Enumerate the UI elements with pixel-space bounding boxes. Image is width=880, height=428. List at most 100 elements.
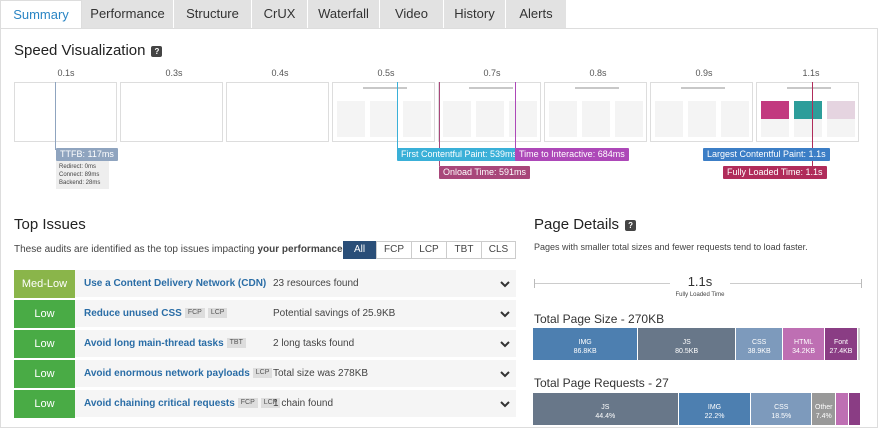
page-details-description: Pages with smaller total sizes and fewer… [534,242,808,252]
metric-tag: FCP [237,398,258,409]
tab-video[interactable]: Video [380,0,444,28]
thumb-header [575,87,619,89]
bar-segment[interactable]: HTML 34.2KB [783,328,825,360]
filmstrip-frame[interactable] [120,82,223,142]
tab-performance[interactable]: Performance [82,0,174,28]
thumb-card [582,101,610,137]
segment-value: 27.4KB [829,348,853,355]
segment-name: CSS [751,339,767,346]
chevron-down-icon[interactable] [500,399,510,409]
timeline-tick: 1.1s [802,68,820,78]
segment-name: JS [682,339,691,346]
issue-title[interactable]: Use a Content Delivery Network (CDN) [84,270,266,298]
chevron-down-icon[interactable] [500,279,510,289]
metric-tag: TBT [226,338,246,349]
issue-title-text[interactable]: Reduce unused CSS [84,308,182,319]
timeline-tick: 0.4s [271,68,289,78]
issue-title-text[interactable]: Use a Content Delivery Network (CDN) [84,278,266,289]
bar-segment[interactable]: CSS 38.9KB [736,328,784,360]
issue-row[interactable]: Med-Low Use a Content Delivery Network (C… [14,270,516,298]
thumb-card [443,101,471,137]
segment-name: IMG [578,339,592,346]
segment-value: 86.8KB [573,348,597,355]
filter-fcp[interactable]: FCP [376,241,412,259]
bar-segment[interactable] [858,328,861,360]
thumb-header [363,87,407,89]
severity-badge: Low [14,300,75,328]
issue-row[interactable]: Low Avoid long main-thread tasks TBT 2 long… [14,330,516,358]
chevron-down-icon[interactable] [500,309,510,319]
bar-segment[interactable]: IMG 22.2% [678,393,752,425]
thumb-card [794,101,822,137]
ttfb-marker: TTFB: 117ms [56,148,118,161]
issue-row[interactable]: Low Avoid chaining critical requests FCP LC… [14,390,516,418]
issue-detail: 23 resources found [273,278,359,289]
severity-badge: Low [14,360,75,388]
issue-title[interactable]: Avoid enormous network payloads LCP [84,360,273,388]
bar-segment[interactable]: Other 7.4% [812,393,837,425]
help-icon[interactable]: ? [151,45,163,57]
bar-segment[interactable] [836,393,849,425]
top-issues-heading: Top Issues [14,216,86,233]
filter-lcp[interactable]: LCP [411,241,447,259]
filmstrip-frame[interactable] [14,82,117,142]
tab-history[interactable]: History [444,0,506,28]
tab-summary[interactable]: Summary [0,0,82,29]
thumb-card [688,101,716,137]
filmstrip-frame[interactable] [650,82,753,142]
tab-waterfall[interactable]: Waterfall [308,0,380,28]
lcp-marker: Largest Contentful Paint: 1.1s [703,148,830,161]
tti-marker: Time to Interactive: 684ms [515,148,629,161]
filter-tbt[interactable]: TBT [446,241,482,259]
issue-row[interactable]: Low Avoid enormous network payloads LCP Tot… [14,360,516,388]
issue-title-text[interactable]: Avoid enormous network payloads [84,368,250,379]
thumb-card [549,101,577,137]
filter-cls[interactable]: CLS [481,241,516,259]
help-icon[interactable]: ? [625,219,637,231]
timeline-tick: 0.1s [57,68,75,78]
thumb-header [469,87,513,89]
issue-title[interactable]: Reduce unused CSS FCP LCP [84,300,228,328]
tab-crux[interactable]: CrUX [252,0,308,28]
issue-title[interactable]: Avoid chaining critical requests FCP LCP [84,390,281,418]
bar-segment[interactable]: IMG 86.8KB [533,328,639,360]
thumb-card [509,101,537,137]
issue-title[interactable]: Avoid long main-thread tasks TBT [84,330,246,358]
severity-badge: Low [14,330,75,358]
issue-row[interactable]: Low Reduce unused CSS FCP LCP Potential savi… [14,300,516,328]
metric-tag: LCP [252,368,273,379]
thumb-image [794,101,822,119]
segment-name: JS [601,404,610,411]
filmstrip-frame[interactable] [332,82,435,142]
fully-loaded-value: 1.1s [670,274,730,292]
filmstrip-frame[interactable] [438,82,541,142]
filmstrip-frame[interactable] [544,82,647,142]
thumb-card [615,101,643,137]
filmstrip-frame[interactable] [226,82,329,142]
bar-segment[interactable]: CSS 18.5% [751,393,813,425]
tab-structure[interactable]: Structure [174,0,252,28]
severity-badge: Low [14,390,75,418]
segment-value: 80.5KB [675,348,699,355]
filter-all[interactable]: All [343,241,376,259]
segment-name: CSS [774,404,789,411]
timeline-tick: 0.8s [589,68,607,78]
chevron-down-icon[interactable] [500,339,510,349]
bar-segment[interactable] [848,393,861,425]
fully-loaded-label: Fully Loaded Time [675,292,725,298]
issue-title-text[interactable]: Avoid long main-thread tasks [84,338,224,349]
filmstrip-frame[interactable] [756,82,859,142]
bar-segment[interactable]: Font 27.4KB [824,328,859,360]
chevron-down-icon[interactable] [500,369,510,379]
segment-value: 7.4% [815,413,832,420]
ttfb-breakdown: Redirect: 0ms Connect: 89ms Backend: 28m… [56,161,109,189]
issue-detail: 1 chain found [273,398,334,409]
tab-alerts[interactable]: Alerts [506,0,567,28]
connect-time: Connect: 89ms [59,172,100,178]
thumb-card [761,101,789,137]
bar-segment[interactable]: JS 44.4% [533,393,679,425]
bar-segment[interactable]: JS 80.5KB [638,328,737,360]
tti-line [515,82,516,150]
metric-tag: LCP [207,308,228,319]
issue-title-text[interactable]: Avoid chaining critical requests [84,398,235,409]
